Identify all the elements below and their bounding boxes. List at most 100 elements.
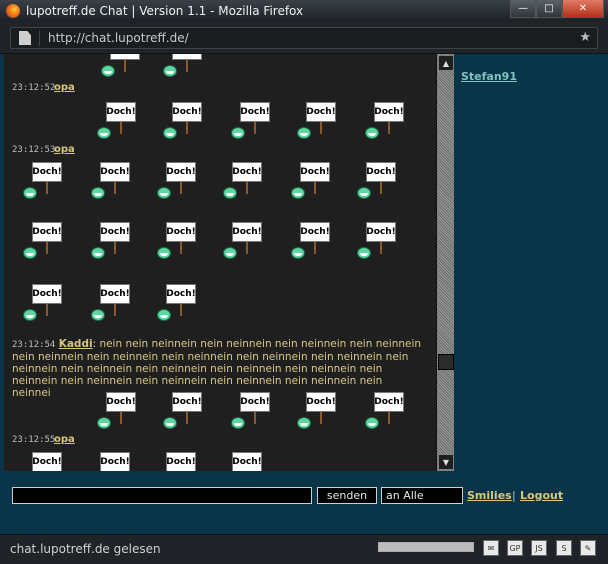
doch-sign: Doch! [240,102,270,122]
doch-smiley: Doch! [90,282,130,322]
doch-sign: Doch! [232,162,262,182]
doch-sign: Doch! [306,392,336,412]
message-nick[interactable]: opa [54,82,75,93]
doch-sign: Doch! [166,222,196,242]
close-button[interactable]: ✕ [562,0,604,18]
chat-messages-area[interactable]: Doch! Doch! 23:12:52 opa Doch! Doch! Doc… [4,54,436,471]
smiley-face-icon [23,187,37,199]
doch-smiley: Doch! [230,100,270,140]
status-bar: chat.lupotreff.de gelesen ✉ GP JS S ✎ [0,534,608,564]
doch-stick [180,242,182,254]
doch-smiley: Doch! [90,220,130,260]
scroll-down-arrow-icon[interactable]: ▼ [439,455,453,469]
doch-stick [114,182,116,194]
smiley-face-icon [101,65,115,77]
minimize-button[interactable]: — [510,0,536,18]
message-timestamp: 23:12:53 [12,145,56,155]
bookmark-star-icon[interactable]: ★ [579,30,591,45]
doch-sign: Doch! [172,392,202,412]
smiley-face-icon [163,417,177,429]
doch-sign: Doch! [100,452,130,471]
url-text[interactable]: http://chat.lupotreff.de/ [48,31,189,45]
doch-sign: Doch! [166,452,196,471]
doch-smiley: Doch! [22,220,62,260]
doch-smiley: Doch! [22,160,62,200]
doch-stick [180,304,182,316]
send-button[interactable]: senden [317,487,377,504]
doch-smiley: Doch! [156,220,196,260]
smiley-face-icon [91,187,105,199]
doch-stick [186,122,188,134]
doch-sign: Doch! [300,162,330,182]
doch-smiley: Doch! [162,390,202,430]
user-list-item[interactable]: Stefan91 [461,70,517,83]
doch-stick [380,242,382,254]
window-title: lupotreff.de Chat | Version 1.1 - Mozill… [26,4,304,18]
smiley-face-icon [163,65,177,77]
doch-sign: Doch! [232,222,262,242]
doch-smiley: Doch! [156,160,196,200]
doch-smiley: Doch! [290,160,330,200]
doch-stick [180,182,182,194]
message-nick[interactable]: opa [54,434,75,445]
chat-message: 23:12:54 Kaddi: nein nein neinnein nein … [12,338,422,399]
recipient-select[interactable]: an Alle [381,487,463,504]
doch-smiley: Doch! [156,282,196,322]
scroll-up-arrow-icon[interactable]: ▲ [439,56,453,70]
message-input[interactable] [12,487,312,504]
smilies-link[interactable]: Smilies [467,489,512,502]
doch-smiley: Doch! [156,450,196,471]
smiley-face-icon [91,247,105,259]
chat-scrollbar[interactable]: ▲ ▼ [436,54,454,471]
js-addon-icon[interactable]: JS [531,540,547,556]
status-text: chat.lupotreff.de gelesen [10,542,161,556]
doch-stick [124,60,126,72]
window-titlebar: lupotreff.de Chat | Version 1.1 - Mozill… [0,0,608,22]
scrollbar-thumb[interactable] [438,354,454,370]
maximize-button[interactable]: □ [536,0,562,18]
firefox-icon [6,4,20,18]
doch-smiley: Doch! [162,54,202,78]
smiley-face-icon [291,187,305,199]
gp-addon-icon[interactable]: GP [507,540,523,556]
doch-smiley: Doch! [22,282,62,322]
doch-sign: Doch! [32,162,62,182]
doch-sign: Doch! [300,222,330,242]
doch-sign: Doch! [106,392,136,412]
smiley-face-icon [357,187,371,199]
doch-stick [114,242,116,254]
smiley-face-icon [23,309,37,321]
doch-sign: Doch! [306,102,336,122]
message-timestamp: 23:12:54 [12,340,56,350]
doch-stick [320,412,322,424]
doch-sign: Doch! [240,392,270,412]
doch-stick [120,412,122,424]
doch-stick [114,304,116,316]
smiley-face-icon [357,247,371,259]
skype-icon[interactable]: S [556,540,572,556]
doch-stick [120,122,122,134]
doch-stick [246,182,248,194]
message-nick[interactable]: opa [54,144,75,155]
doch-stick [46,304,48,316]
edit-icon[interactable]: ✎ [580,540,596,556]
window-controls: — □ ✕ [510,0,604,18]
doch-stick [246,242,248,254]
doch-smiley: Doch! [296,100,336,140]
smiley-face-icon [365,127,379,139]
page-content: Doch! Doch! 23:12:52 opa Doch! Doch! Doc… [0,54,608,534]
doch-smiley: Doch! [290,220,330,260]
smiley-face-icon [157,247,171,259]
smiley-face-icon [297,127,311,139]
doch-smiley: Doch! [356,160,396,200]
doch-smiley: Doch! [90,450,130,471]
doch-stick [254,122,256,134]
doch-stick [314,182,316,194]
message-nick[interactable]: Kaddi [59,338,93,350]
smiley-face-icon [91,309,105,321]
smiley-face-icon [163,127,177,139]
doch-sign: Doch! [172,102,202,122]
url-field[interactable]: http://chat.lupotreff.de/ ★ [10,27,598,49]
logout-link[interactable]: Logout [520,489,563,502]
mail-icon[interactable]: ✉ [483,540,499,556]
